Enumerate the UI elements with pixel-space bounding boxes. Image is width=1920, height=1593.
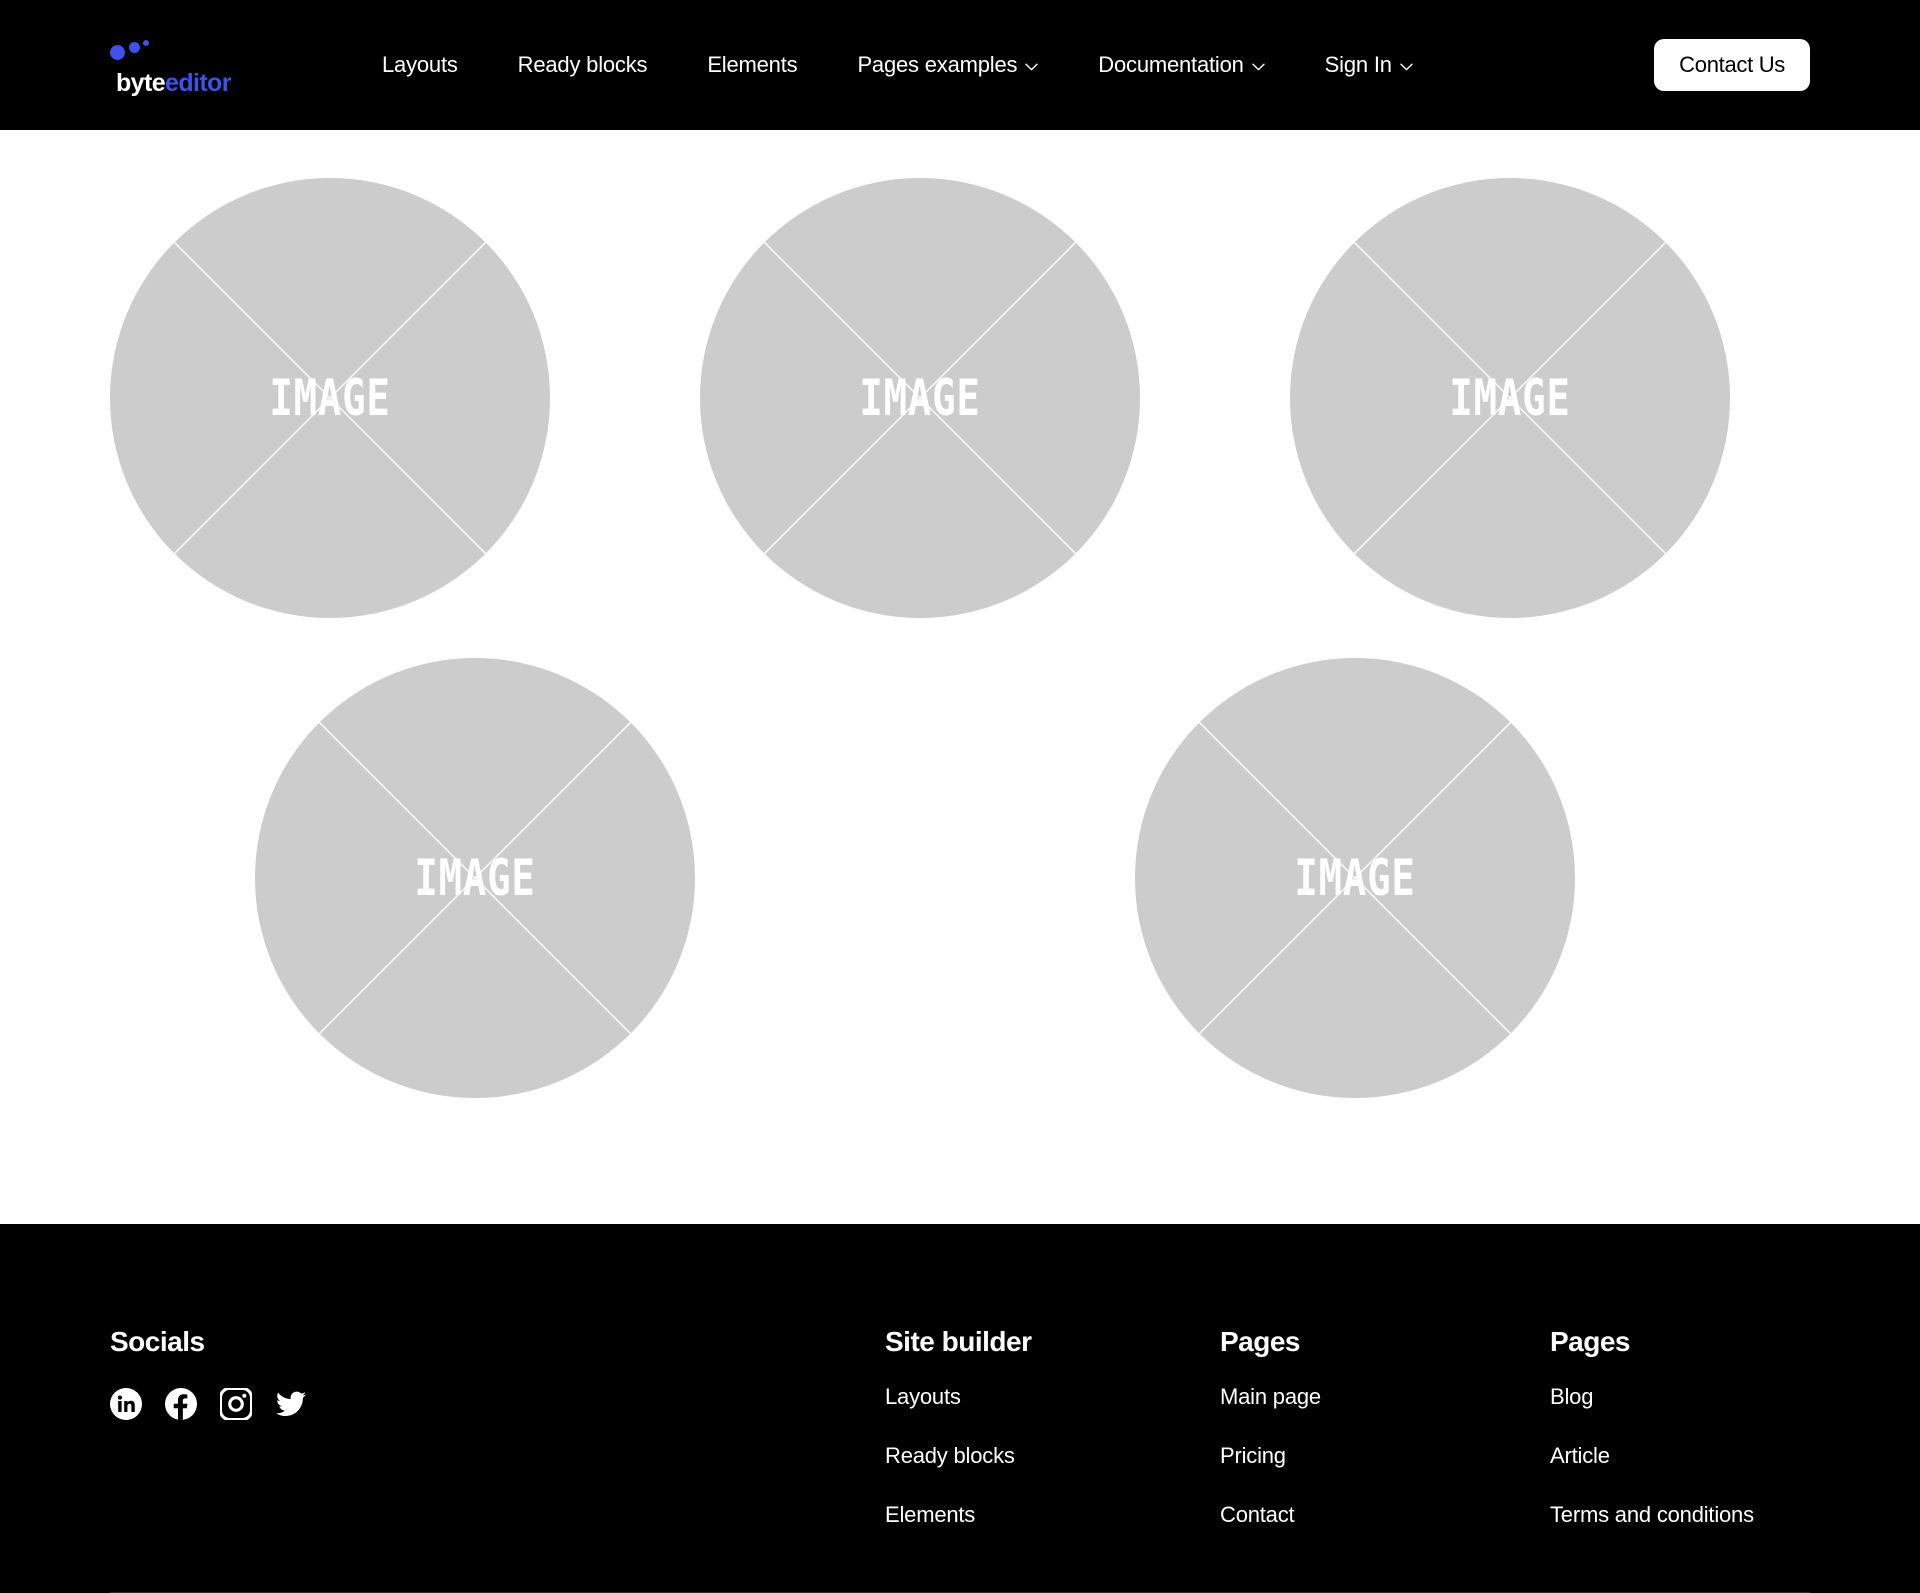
image-placeholder-circle[interactable]: IMAGE — [255, 658, 695, 1098]
footer-columns: Socials — [110, 1326, 1810, 1528]
footer-link[interactable]: Contact — [1220, 1502, 1550, 1528]
nav-item-layouts[interactable]: Layouts — [352, 52, 488, 78]
gallery-row-2: IMAGE IMAGE — [110, 658, 1810, 1098]
image-placeholder-circle[interactable]: IMAGE — [1135, 658, 1575, 1098]
footer-socials-column: Socials — [110, 1326, 885, 1420]
footer-link[interactable]: Elements — [885, 1502, 1220, 1528]
chevron-down-icon — [1252, 63, 1265, 71]
placeholder-label: IMAGE — [414, 849, 535, 907]
footer-column-title: Socials — [110, 1326, 885, 1358]
image-placeholder-circle[interactable]: IMAGE — [700, 178, 1140, 618]
nav-item-pages-examples[interactable]: Pages examples — [827, 52, 1068, 78]
image-gallery: IMAGE IMAGE IMAGE IMAGE — [0, 130, 1920, 1224]
logo[interactable]: byteeditor — [108, 34, 258, 96]
logo-text: byteeditor — [116, 71, 231, 96]
nav-item-label: Pages examples — [857, 52, 1017, 78]
site-header: byteeditor Layouts Ready blocks Elements… — [0, 0, 1920, 130]
footer-link[interactable]: Blog — [1550, 1384, 1754, 1410]
footer-link[interactable]: Pricing — [1220, 1443, 1550, 1469]
nav-item-elements[interactable]: Elements — [677, 52, 827, 78]
footer-column-title: Pages — [1550, 1326, 1754, 1358]
primary-nav: Layouts Ready blocks Elements Pages exam… — [352, 52, 1443, 78]
gallery-row-1: IMAGE IMAGE IMAGE — [110, 178, 1810, 618]
footer-link[interactable]: Terms and conditions — [1550, 1502, 1754, 1528]
nav-item-label: Documentation — [1098, 52, 1243, 78]
contact-us-button[interactable]: Contact Us — [1654, 39, 1810, 91]
site-footer: Socials — [0, 1224, 1920, 1593]
nav-item-label: Sign In — [1325, 52, 1392, 78]
twitter-icon[interactable] — [275, 1388, 307, 1420]
chevron-down-icon — [1025, 63, 1038, 71]
image-placeholder-circle[interactable]: IMAGE — [1290, 178, 1730, 618]
footer-column-title: Pages — [1220, 1326, 1550, 1358]
placeholder-label: IMAGE — [1294, 849, 1415, 907]
chevron-down-icon — [1400, 63, 1413, 71]
footer-link[interactable]: Main page — [1220, 1384, 1550, 1410]
nav-item-documentation[interactable]: Documentation — [1068, 52, 1294, 78]
linkedin-icon[interactable] — [110, 1388, 142, 1420]
placeholder-label: IMAGE — [1449, 369, 1570, 427]
logo-text-secondary: editor — [165, 69, 231, 97]
footer-column-title: Site builder — [885, 1326, 1220, 1358]
nav-item-sign-in[interactable]: Sign In — [1295, 52, 1443, 78]
image-placeholder-circle[interactable]: IMAGE — [110, 178, 550, 618]
placeholder-label: IMAGE — [859, 369, 980, 427]
footer-column-pages-main: Pages Main page Pricing Contact — [1220, 1326, 1550, 1528]
footer-column-site-builder: Site builder Layouts Ready blocks Elemen… — [885, 1326, 1220, 1528]
social-links — [110, 1388, 885, 1420]
logo-text-primary: byte — [116, 69, 165, 97]
nav-item-label: Elements — [707, 52, 797, 78]
instagram-icon[interactable] — [220, 1388, 252, 1420]
footer-link[interactable]: Layouts — [885, 1384, 1220, 1410]
footer-column-pages-content: Pages Blog Article Terms and conditions — [1550, 1326, 1754, 1528]
footer-link[interactable]: Article — [1550, 1443, 1754, 1469]
logo-dots-icon — [110, 40, 170, 60]
nav-item-label: Ready blocks — [518, 52, 648, 78]
nav-item-label: Layouts — [382, 52, 458, 78]
footer-link[interactable]: Ready blocks — [885, 1443, 1220, 1469]
nav-item-ready-blocks[interactable]: Ready blocks — [488, 52, 678, 78]
placeholder-label: IMAGE — [269, 369, 390, 427]
facebook-icon[interactable] — [165, 1388, 197, 1420]
